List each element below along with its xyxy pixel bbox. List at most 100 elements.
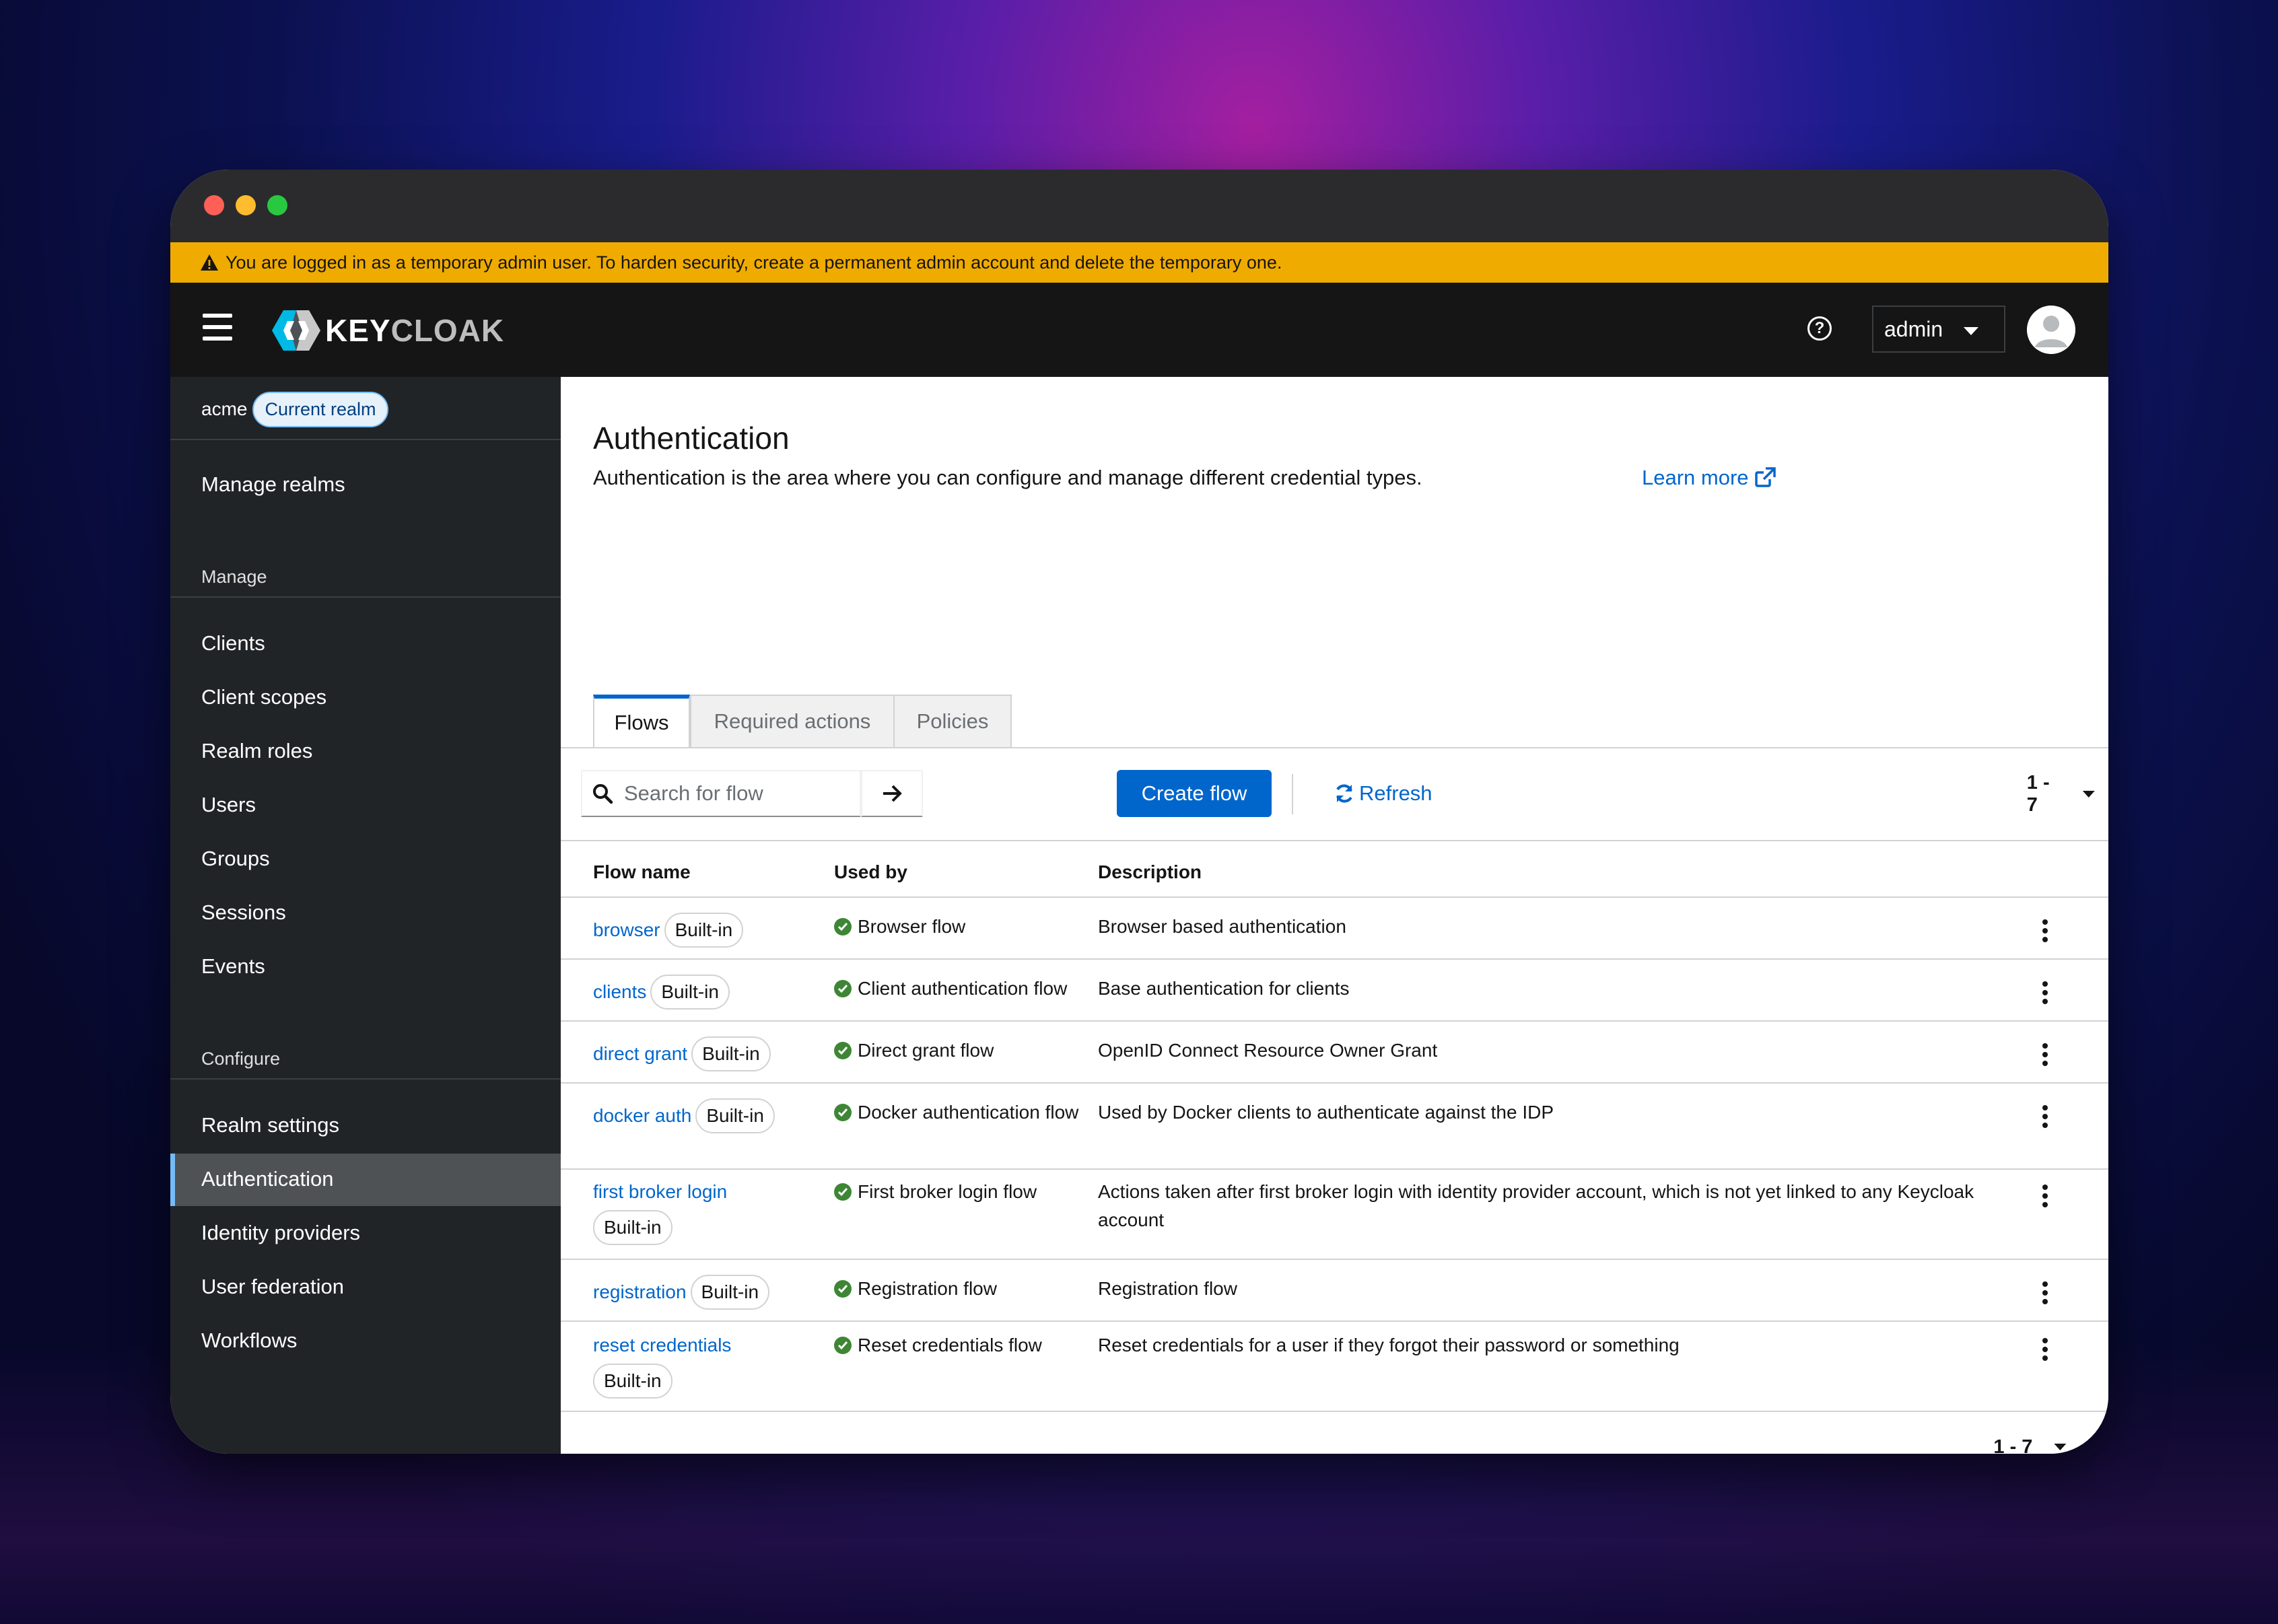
column-header-description[interactable]: Description: [1098, 861, 1202, 883]
toolbar-separator: [1292, 774, 1293, 814]
row-actions-kebab-icon[interactable]: [2042, 1338, 2048, 1365]
refresh-button[interactable]: Refresh: [1334, 770, 1433, 817]
sidebar-item-sessions[interactable]: Sessions: [201, 901, 286, 925]
caret-down-icon: [2082, 791, 2095, 798]
row-border: [561, 1259, 2108, 1260]
sidebar-divider: [170, 596, 561, 598]
learn-more-link[interactable]: Learn more: [1642, 466, 1776, 490]
search-submit-button[interactable]: [861, 770, 923, 817]
realm-name: acme: [201, 398, 248, 419]
sidebar-item-users[interactable]: Users: [201, 793, 256, 817]
page-description: Authentication is the area where you can…: [593, 466, 1422, 489]
row-border: [561, 1082, 2108, 1084]
table-row: clients Built-in: [593, 975, 730, 1010]
pagination-toggle-bottom[interactable]: 1 - 7: [1993, 1427, 2067, 1454]
column-header-flow-name[interactable]: Flow name: [593, 861, 691, 883]
sidebar-item-user-federation[interactable]: User federation: [201, 1275, 344, 1299]
used-by-cell: Docker authentication flow: [834, 1098, 1083, 1127]
masthead: KEYCLOAK ? admin: [170, 283, 2108, 377]
search-flow-box: [581, 770, 861, 817]
flow-name-link[interactable]: browser: [593, 919, 660, 940]
flow-name-link[interactable]: docker auth: [593, 1105, 691, 1126]
page-title: Authentication: [593, 421, 790, 456]
temporary-admin-banner: You are logged in as a temporary admin u…: [170, 242, 2108, 283]
current-realm-badge: Current realm: [252, 391, 388, 427]
used-by-cell: Client authentication flow: [834, 975, 1083, 1003]
keycloak-hex-icon: [272, 310, 320, 351]
row-border: [561, 1168, 2108, 1170]
caret-down-icon: [1964, 327, 1978, 335]
app-window: You are logged in as a temporary admin u…: [170, 170, 2108, 1454]
sidebar-item-realm-settings[interactable]: Realm settings: [201, 1113, 339, 1137]
flow-name-link[interactable]: registration: [593, 1281, 687, 1302]
sidebar-item-manage-realms[interactable]: Manage realms: [201, 472, 345, 497]
used-by-cell: Reset credentials flow: [834, 1331, 1083, 1360]
table-row: reset credentials Built-in: [593, 1331, 815, 1399]
description-cell: Base authentication for clients: [1098, 978, 1350, 999]
sidebar-nav: acme Current realm Manage realms Manage …: [170, 377, 561, 1454]
sidebar-item-client-scopes[interactable]: Client scopes: [201, 685, 326, 709]
flow-name-link[interactable]: direct grant: [593, 1043, 687, 1064]
create-flow-button[interactable]: Create flow: [1117, 770, 1272, 817]
arrow-right-icon: [883, 785, 902, 802]
description-cell: OpenID Connect Resource Owner Grant: [1098, 1040, 1438, 1061]
nav-toggle-button[interactable]: [203, 314, 232, 341]
check-circle-icon: [834, 918, 852, 935]
built-in-badge: Built-in: [664, 913, 744, 948]
tab-policies[interactable]: Policies: [893, 695, 1012, 747]
toolbar-border: [561, 840, 2108, 841]
row-actions-kebab-icon[interactable]: [2042, 919, 2048, 946]
sidebar-item-workflows[interactable]: Workflows: [201, 1329, 297, 1353]
minimize-window-button[interactable]: [236, 195, 256, 215]
flow-name-link[interactable]: clients: [593, 981, 646, 1002]
tabs-border: [561, 747, 2108, 748]
table-row: first broker login Built-in: [593, 1178, 815, 1245]
row-actions-kebab-icon[interactable]: [2042, 981, 2048, 1008]
sidebar-item-identity-providers[interactable]: Identity providers: [201, 1221, 360, 1245]
realm-selector[interactable]: acme Current realm: [201, 389, 388, 429]
row-actions-kebab-icon[interactable]: [2042, 1185, 2048, 1211]
user-name: admin: [1884, 316, 1943, 341]
sidebar-item-realm-roles[interactable]: Realm roles: [201, 739, 312, 763]
description-cell: Used by Docker clients to authenticate a…: [1098, 1102, 1554, 1123]
row-actions-kebab-icon[interactable]: [2042, 1281, 2048, 1308]
sidebar-item-events[interactable]: Events: [201, 954, 265, 979]
hamburger-icon: [203, 314, 232, 318]
brand-wordmark: KEYCLOAK: [325, 313, 505, 348]
built-in-badge: Built-in: [650, 975, 730, 1010]
user-menu-toggle[interactable]: admin: [1872, 306, 2005, 353]
sidebar-group-configure: Configure: [201, 1049, 281, 1069]
built-in-badge: Built-in: [690, 1275, 770, 1310]
description-cell: Actions taken after first broker login w…: [1098, 1181, 1974, 1230]
tab-flows[interactable]: Flows: [593, 695, 690, 747]
sidebar-item-groups[interactable]: Groups: [201, 847, 270, 871]
help-icon[interactable]: ?: [1807, 316, 1832, 341]
maximize-window-button[interactable]: [267, 195, 287, 215]
flow-name-link[interactable]: reset credentials: [593, 1335, 731, 1355]
sidebar-item-clients[interactable]: Clients: [201, 631, 265, 656]
pagination-toggle-top[interactable]: 1 - 7: [2027, 772, 2095, 816]
check-circle-icon: [834, 1280, 852, 1298]
built-in-badge: Built-in: [691, 1036, 771, 1071]
used-by-cell: Registration flow: [834, 1275, 1083, 1303]
used-by-cell: Browser flow: [834, 913, 1083, 941]
sidebar-divider: [170, 1078, 561, 1080]
row-border: [561, 958, 2108, 960]
row-actions-kebab-icon[interactable]: [2042, 1043, 2048, 1070]
built-in-badge: Built-in: [593, 1210, 672, 1245]
caret-down-icon: [2054, 1444, 2067, 1450]
used-by-cell: First broker login flow: [834, 1178, 1083, 1206]
used-by-cell: Direct grant flow: [834, 1036, 1083, 1065]
main-content: Authentication Authentication is the are…: [561, 377, 2108, 1454]
flow-name-link[interactable]: first broker login: [593, 1181, 727, 1202]
keycloak-logo[interactable]: KEYCLOAK: [271, 307, 504, 354]
sidebar-item-authentication[interactable]: Authentication: [201, 1167, 333, 1191]
check-circle-icon: [834, 1042, 852, 1059]
column-header-used-by[interactable]: Used by: [834, 861, 907, 883]
avatar[interactable]: [2027, 306, 2075, 354]
close-window-button[interactable]: [204, 195, 224, 215]
search-icon: [593, 784, 613, 804]
search-input[interactable]: [623, 781, 841, 806]
row-actions-kebab-icon[interactable]: [2042, 1105, 2048, 1132]
tab-required-actions[interactable]: Required actions: [690, 695, 895, 747]
